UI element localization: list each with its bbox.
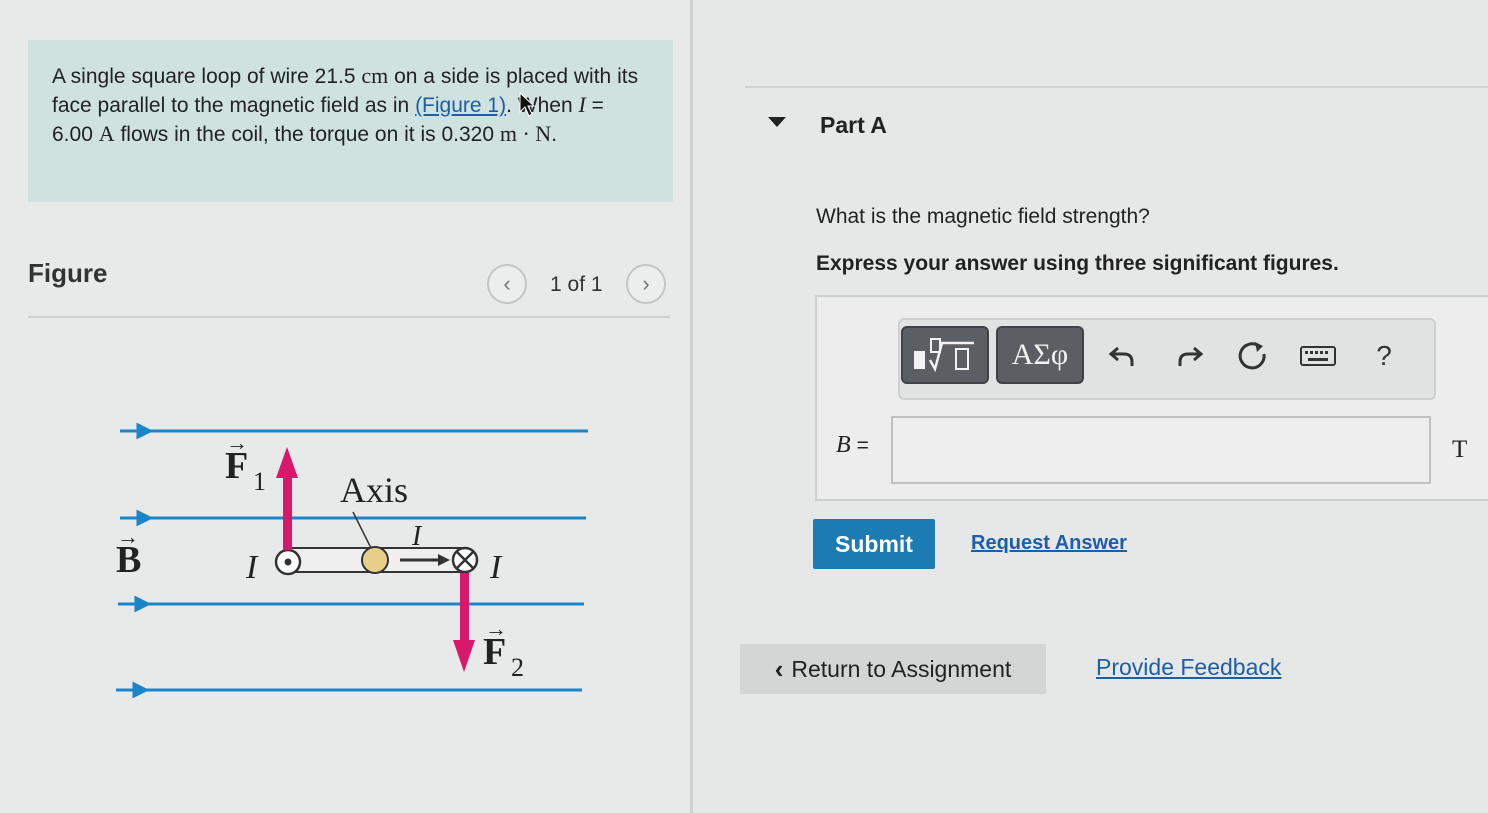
- label-f2-sub: 2: [511, 653, 524, 682]
- figure-pager: 1 of 1: [550, 273, 603, 296]
- unit-mN: m · N: [499, 121, 552, 146]
- label-i-mid: I: [411, 521, 423, 552]
- force-f2-arrow: [460, 573, 469, 643]
- symbols-button[interactable]: ΑΣφ: [996, 326, 1084, 384]
- chevron-left-icon: ‹: [774, 653, 784, 684]
- label-i-right: I: [489, 549, 503, 586]
- part-divider: [745, 86, 1488, 88]
- mouse-cursor-icon: [519, 92, 536, 117]
- label-i-left: I: [245, 549, 259, 586]
- loop-diagram: F 1 → Axis B → I I I F 2 →: [116, 422, 588, 699]
- problem-text-1: A single square loop of wire 21.5: [52, 65, 356, 88]
- figure-link[interactable]: (Figure 1): [415, 94, 506, 117]
- unit-cm: cm: [361, 63, 389, 88]
- figure-divider: [28, 316, 670, 318]
- request-answer-link[interactable]: Request Answer: [971, 532, 1127, 555]
- label-axis: Axis: [340, 470, 408, 510]
- undo-icon[interactable]: [1104, 338, 1140, 374]
- problem-text-5: flows in the coil, the torque on it is 0…: [120, 123, 495, 146]
- problem-text-6: .: [551, 123, 558, 146]
- redo-icon[interactable]: [1172, 338, 1208, 374]
- unit-A: A: [98, 121, 115, 146]
- reset-icon[interactable]: [1235, 338, 1271, 374]
- provide-feedback-link[interactable]: Provide Feedback: [1096, 654, 1281, 681]
- part-title[interactable]: Part A: [820, 112, 887, 139]
- label-f2-vector-arrow: →: [485, 616, 507, 641]
- label-b-vector-arrow: →: [117, 524, 139, 549]
- answer-variable: B: [836, 432, 851, 458]
- problem-statement: A single square loop of wire 21.5 cm on …: [28, 40, 673, 202]
- problem-text-3: . When: [506, 94, 573, 117]
- collapse-triangle-icon[interactable]: [768, 117, 786, 127]
- instruction-text: Express your answer using three signific…: [816, 252, 1339, 275]
- keyboard-icon[interactable]: [1300, 338, 1336, 374]
- answer-label: B =: [836, 432, 869, 459]
- chevron-left-icon[interactable]: ‹: [487, 264, 527, 304]
- chevron-right-icon[interactable]: ›: [626, 264, 666, 304]
- figure-title: Figure: [28, 258, 108, 288]
- answer-unit: T: [1452, 436, 1468, 463]
- answer-equals: =: [856, 434, 869, 457]
- templates-icon[interactable]: [901, 326, 989, 384]
- label-f1-vector-arrow: →: [226, 430, 248, 455]
- help-button[interactable]: ?: [1366, 338, 1402, 374]
- var-I: I: [578, 92, 586, 117]
- answer-input[interactable]: [891, 416, 1431, 484]
- question-text: What is the magnetic field strength?: [816, 205, 1150, 228]
- return-label: Return to Assignment: [791, 655, 1012, 682]
- force-f1-arrow: [283, 475, 292, 550]
- return-to-assignment-button[interactable]: ‹ Return to Assignment: [740, 644, 1046, 694]
- axis-pivot: [361, 546, 389, 574]
- label-f1-sub: 1: [253, 467, 266, 496]
- submit-button[interactable]: Submit: [813, 519, 935, 569]
